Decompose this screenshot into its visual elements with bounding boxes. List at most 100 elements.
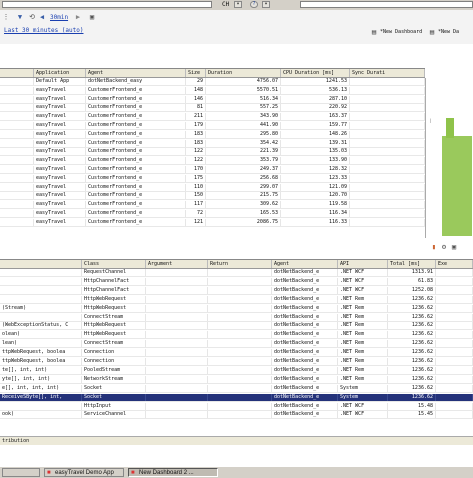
table-cell: 215.75: [206, 192, 281, 200]
table-cell: dotNetBackend_e: [272, 313, 338, 321]
column-header[interactable]: Size: [186, 69, 206, 77]
table-cell: [146, 269, 208, 276]
table-cell: dotNetBackend_e: [272, 393, 338, 401]
back-icon[interactable]: ◀: [38, 13, 46, 21]
copy-icon[interactable]: ▣: [450, 243, 458, 251]
column-header[interactable]: Agent: [86, 69, 186, 77]
chevron-down-icon[interactable]: ▾: [262, 1, 270, 8]
table-row[interactable]: easyTravel CustomerFrontend_e 179 441.90 159…: [0, 122, 425, 130]
table-cell: dotNetBackend_e: [272, 269, 338, 276]
column-header[interactable]: Application: [34, 69, 86, 77]
table-cell: CustomerFrontend_e: [86, 86, 186, 94]
table-row[interactable]: easyTravel CustomerFrontend_e 122 353.79 133…: [0, 157, 425, 166]
ch-label: CH: [222, 1, 230, 8]
table-row[interactable]: HttpWebRequest dotNetBackend_e .NET Rem 123…: [0, 295, 473, 304]
table-row[interactable]: HttpChannelFact dotNetBackend_e .NET WCF 61…: [0, 277, 473, 286]
table-row[interactable]: easyTravel CustomerFrontend_e 183 295.80 148…: [0, 130, 425, 139]
filter-icon[interactable]: ▼: [16, 13, 24, 21]
table-row[interactable]: easyTravel CustomerFrontend_e 110 299.07 121…: [0, 183, 425, 192]
table-cell: easyTravel: [34, 183, 86, 191]
table-cell: .NET Rem: [338, 366, 388, 374]
app-icon: ■: [131, 470, 135, 476]
refresh-icon[interactable]: ⟲: [28, 13, 36, 21]
table-cell: [0, 166, 34, 173]
chart-type-icon[interactable]: ▮: [430, 243, 438, 251]
table-cell: [146, 375, 208, 383]
column-header[interactable]: Duration: [206, 69, 281, 77]
table-cell: 1236.62: [388, 384, 436, 392]
table-cell: CustomerFrontend_e: [86, 157, 186, 165]
table-cell: RequestChannel: [82, 269, 146, 276]
taskbar-item[interactable]: ■ easyTravel Demo App: [44, 468, 124, 477]
table-cell: [0, 286, 82, 294]
table-row[interactable]: easyTravel CustomerFrontend_e 183 354.42 139…: [0, 139, 425, 148]
table-cell: 557.25: [206, 104, 281, 112]
column-header[interactable]: Exe: [436, 260, 473, 268]
table-row[interactable]: ttpWebRequest, boolea Connection dotNetBac…: [0, 349, 473, 358]
table-row[interactable]: olean) HttpWebRequest dotNetBackend_e .NET …: [0, 331, 473, 340]
table-cell: [350, 201, 425, 209]
table-row[interactable]: easyTravel CustomerFrontend_e 211 343.90 163…: [0, 113, 425, 122]
table-cell: easyTravel: [34, 122, 86, 129]
table-row[interactable]: HttpChannelFact dotNetBackend_e .NET WCF 12…: [0, 286, 473, 295]
column-header[interactable]: CPU Duration [ms]: [281, 69, 350, 77]
timeframe-link[interactable]: Last 30 minutes (auto): [4, 27, 83, 34]
column-header[interactable]: [0, 260, 82, 268]
table-row[interactable]: ConnectStream dotNetBackend_e .NET Rem 1236…: [0, 313, 473, 322]
dropdown-icon[interactable]: ▾: [234, 1, 242, 8]
table-row[interactable]: easyTravel CustomerFrontend_e 148 5570.51 53…: [0, 86, 425, 95]
table-row[interactable]: HttpInput dotNetBackend_e .NET WCF 15.48: [0, 402, 473, 411]
help-icon[interactable]: ?: [250, 1, 258, 8]
table-row[interactable]: easyTravel CustomerFrontend_e 175 256.68 123…: [0, 174, 425, 183]
taskbar-item-active[interactable]: ■ New Dashboard 2 ...: [128, 468, 218, 477]
table-cell: [0, 95, 34, 103]
forward-icon[interactable]: ▶: [74, 13, 82, 21]
table-row[interactable]: (Stream) HttpWebRequest dotNetBackend_e .NE…: [0, 304, 473, 313]
table-row[interactable]: easyTravel CustomerFrontend_e 150 215.75 120…: [0, 192, 425, 201]
table-row[interactable]: e[], int, int, int) Socket dotNetBackend_e…: [0, 384, 473, 393]
table-row[interactable]: lean) ConnectStream dotNetBackend_e .NET Re…: [0, 340, 473, 349]
table-row[interactable]: Default App dotNetBackend_easy 29 4756.07 12…: [0, 78, 425, 86]
settings-icon[interactable]: ⚙: [440, 243, 448, 251]
table-row[interactable]: easyTravel CustomerFrontend_e 170 249.37 128…: [0, 166, 425, 174]
table-row[interactable]: easyTravel CustomerFrontend_e 72 165.53 116.…: [0, 210, 425, 218]
table-row[interactable]: ook) ServiceChannel dotNetBackend_e .NET WC…: [0, 411, 473, 420]
column-header[interactable]: [0, 69, 34, 77]
copy-icon[interactable]: ▣: [88, 13, 96, 21]
table-row[interactable]: yte[], int, int) NetworkStream dotNetBacke…: [0, 375, 473, 384]
dashboard-tab-2[interactable]: *New Da: [438, 29, 459, 35]
table-cell: [350, 192, 425, 200]
table-cell: .NET WCF: [338, 269, 388, 276]
table-cell: dotNetBackend_easy: [86, 78, 186, 85]
column-header[interactable]: Sync Durati: [350, 69, 425, 77]
column-header[interactable]: Argument: [146, 260, 208, 268]
table-row[interactable]: ReceiveSByte[], int, Socket dotNetBackend_…: [0, 393, 473, 402]
table-cell: ttpWebRequest, boolea: [0, 349, 82, 357]
table-row[interactable]: RequestChannel dotNetBackend_e .NET WCF 131…: [0, 269, 473, 277]
column-header[interactable]: Total [ms]: [388, 260, 436, 268]
dashboard-tab-1[interactable]: *New Dashboard: [380, 29, 422, 35]
table-row[interactable]: easyTravel CustomerFrontend_e 121 2086.75 11…: [0, 218, 425, 227]
top-field[interactable]: [2, 1, 212, 8]
table-row[interactable]: easyTravel CustomerFrontend_e 81 557.25 220.…: [0, 104, 425, 113]
table-cell: [350, 122, 425, 129]
time-selector[interactable]: 30min: [50, 14, 68, 21]
table-cell: 1236.62: [388, 358, 436, 365]
table-row[interactable]: ttpWebRequest, boolea Connection dotNetBac…: [0, 358, 473, 366]
table-row[interactable]: easyTravel CustomerFrontend_e 117 309.62 119…: [0, 201, 425, 210]
table-row[interactable]: easyTravel CustomerFrontend_e 122 221.39 135…: [0, 148, 425, 157]
column-header[interactable]: Class: [82, 260, 146, 268]
table-cell: CustomerFrontend_e: [86, 139, 186, 147]
table-cell: easyTravel: [34, 130, 86, 138]
table-row[interactable]: (WebExceptionStatus, C HttpWebRequest dotN…: [0, 322, 473, 331]
table-row[interactable]: easyTravel CustomerFrontend_e 146 516.34 287…: [0, 95, 425, 104]
column-header[interactable]: Return: [208, 260, 272, 268]
top-field-right[interactable]: [300, 1, 473, 8]
table-cell: 81: [186, 104, 206, 112]
column-header[interactable]: API: [338, 260, 388, 268]
table-cell: .NET Rem: [338, 304, 388, 312]
taskbar-item[interactable]: [2, 468, 40, 477]
column-header[interactable]: Agent: [272, 260, 338, 268]
table-cell: 1252.08: [388, 286, 436, 294]
table-row[interactable]: te[], int, int) PooledStream dotNetBackend…: [0, 366, 473, 375]
